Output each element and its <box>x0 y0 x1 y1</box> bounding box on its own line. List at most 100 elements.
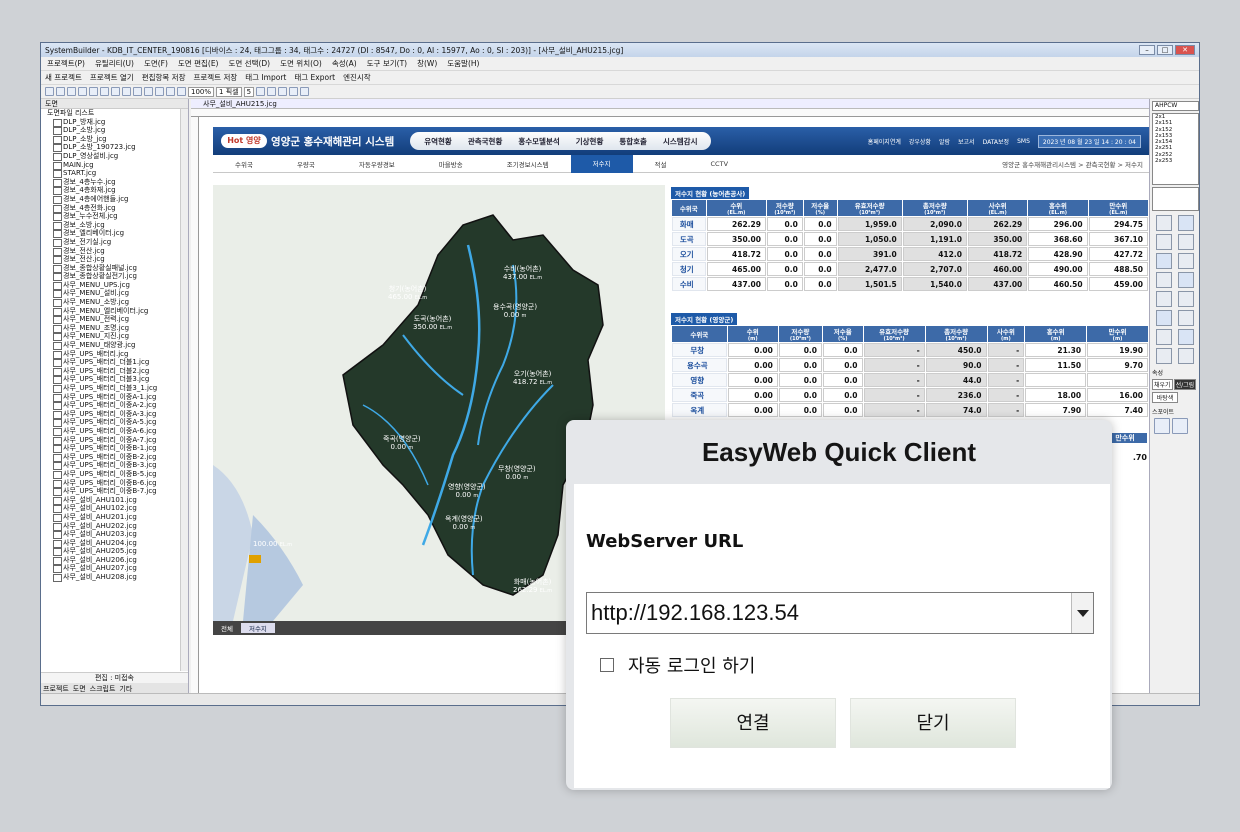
tree-item-file[interactable]: 경보_전산.jcg <box>41 247 180 256</box>
tree-item-file[interactable]: DLP_방재.jcg <box>41 118 180 127</box>
align-tool-icon[interactable] <box>1178 310 1194 326</box>
align-icon[interactable] <box>278 87 288 96</box>
align-tool-icon[interactable] <box>1178 348 1194 364</box>
subnav-tab[interactable]: 저수지 <box>570 154 633 173</box>
menu-item[interactable]: 유틸리티(U) <box>95 58 134 69</box>
subnav-tab[interactable]: 수위국 <box>213 159 275 169</box>
line-icon[interactable] <box>111 87 120 96</box>
map-station-label[interactable]: 무창(영양군) 0.00 m <box>498 465 536 482</box>
subnav-tab[interactable]: CCTV <box>689 160 751 168</box>
menu-item[interactable]: 도면 위치(O) <box>280 58 322 69</box>
object-select[interactable]: AHPCW <box>1152 101 1199 111</box>
top-icon-link[interactable]: 알람 <box>939 137 950 146</box>
top-icon-link[interactable]: 보고서 <box>958 137 975 146</box>
tree-item-file[interactable]: START.jcg <box>41 169 180 178</box>
text-icon[interactable] <box>100 87 109 96</box>
map-station-label[interactable]: 100.00 EL.m <box>253 540 292 549</box>
map-station-label[interactable]: 화매(농어촌) 262.29 EL.m <box>513 578 552 595</box>
tree-item-file[interactable]: 사무_MENU_전력.jcg <box>41 315 180 324</box>
subnav-tab[interactable]: 적설 <box>633 159 689 169</box>
menu-item[interactable]: 도움말(H) <box>447 58 479 69</box>
top-icon-link[interactable]: 강우상황 <box>909 137 931 146</box>
subnav-tab[interactable]: 자동우량경보 <box>337 159 417 169</box>
save-icon[interactable] <box>67 87 76 96</box>
app-menu-item[interactable]: 시스템감시 <box>663 136 698 147</box>
map-station-label[interactable]: 도곡(농어촌) 350.00 EL.m <box>413 315 452 332</box>
tree-item-file[interactable]: 사무_UPS_배터리_이중A-7.jcg <box>41 436 180 445</box>
tree-item-file[interactable]: 사무_설비_AHU208.jcg <box>41 573 180 582</box>
subnav-tab[interactable]: 마을방송 <box>417 159 485 169</box>
toolbar-button[interactable]: 엔진시작 <box>343 72 371 83</box>
bold-icon[interactable] <box>256 87 266 96</box>
tree-item-file[interactable]: DLP_영상설비.jcg <box>41 152 180 161</box>
align-tool-icon[interactable] <box>1178 253 1194 269</box>
align-tool-icon[interactable] <box>1178 234 1194 250</box>
toolbar-button[interactable]: 태그 Import <box>245 72 286 83</box>
align-tool-icon[interactable] <box>1156 272 1172 288</box>
align-tool-icon[interactable] <box>1178 329 1194 345</box>
tree-item-file[interactable]: 사무_UPS_배터리_더블3.jcg <box>41 375 180 384</box>
zoom-select[interactable]: 100% <box>188 86 215 97</box>
tree-item-file[interactable]: 사무_UPS_배터리_이중B-1.jcg <box>41 444 180 453</box>
tree-item-file[interactable]: DLP_소방_190723.jcg <box>41 143 180 152</box>
map-station-label[interactable]: 수비(농어촌) 437.00 EL.m <box>503 265 542 282</box>
map-station-label[interactable]: 옥계(영양군) 0.00 m <box>445 515 483 532</box>
tree-item-file[interactable]: 사무_MENU_소방.jcg <box>41 298 180 307</box>
top-icon-link[interactable]: SMS <box>1017 138 1030 145</box>
arc-icon[interactable] <box>155 87 164 96</box>
align-tool-icon[interactable] <box>1156 348 1172 364</box>
tree-item-file[interactable]: 사무_설비_AHU201.jcg <box>41 513 180 522</box>
top-icon-link[interactable]: DATA보정 <box>983 137 1010 146</box>
url-combobox[interactable]: http://192.168.123.54 <box>586 592 1094 634</box>
align-tool-icon[interactable] <box>1156 215 1172 231</box>
tree-item-file[interactable]: 사무_설비_AHU207.jcg <box>41 564 180 574</box>
map-station-label[interactable]: 죽곡(영양군) 0.00 m <box>383 435 421 452</box>
minimize-button[interactable]: – <box>1139 45 1155 55</box>
tree-item-file[interactable]: 사무_설비_AHU204.jcg <box>41 539 180 548</box>
menu-item[interactable]: 프로젝트(P) <box>47 58 85 69</box>
tree-item-file[interactable]: 경보_종합상황실전기.jcg <box>41 272 180 281</box>
tree-item-file[interactable]: 사무_UPS_배터리_이중B-5.jcg <box>41 470 180 479</box>
tree-item-file[interactable]: 사무_UPS_배터리_이중B-6.jcg <box>41 479 180 488</box>
checkbox-box[interactable] <box>600 658 614 672</box>
object-list-item[interactable]: 2x253 <box>1155 158 1198 164</box>
map-tab[interactable]: 저수지 <box>240 623 275 633</box>
tree-item-file[interactable]: 경보_엘리베이터.jcg <box>41 229 180 238</box>
tree-item-file[interactable]: 경보_전산.jcg <box>41 255 180 264</box>
fill-button[interactable]: 채우기 <box>1152 379 1173 390</box>
line-width-select[interactable]: 1 픽셀 <box>216 86 242 97</box>
snap-icon[interactable] <box>300 87 310 96</box>
tree-item-file[interactable]: 사무_설비_AHU202.jcg <box>41 522 180 531</box>
align-tool-icon[interactable] <box>1156 234 1172 250</box>
tree-item-file[interactable]: 사무_UPS_배터리.jcg <box>41 350 180 359</box>
tree-item-file[interactable]: 경보_전기실.jcg <box>41 238 180 247</box>
menu-item[interactable]: 도면 선택(D) <box>228 58 270 69</box>
align-tool-icon[interactable] <box>1156 329 1172 345</box>
tree-item-file[interactable]: 경보_4층에어핸들.jcg <box>41 195 180 204</box>
map-tab[interactable]: 전체 <box>213 623 241 633</box>
tree-item-file[interactable]: 사무_UPS_배터리_이중A-1.jcg <box>41 393 180 402</box>
tree-item-file[interactable]: 사무_MENU_설비.jcg <box>41 289 180 299</box>
menu-item[interactable]: 도구 보기(T) <box>367 58 407 69</box>
connect-button[interactable]: 연결 <box>670 698 836 748</box>
pointer-icon[interactable] <box>89 87 98 96</box>
toolbar-button[interactable]: 프로젝트 저장 <box>193 72 237 83</box>
top-icon-link[interactable]: 홈페이지연계 <box>868 137 901 146</box>
align-tool-icon[interactable] <box>1178 291 1194 307</box>
align-tool-icon[interactable] <box>1156 291 1172 307</box>
align-tool-icon[interactable] <box>1178 215 1194 231</box>
tree-item-file[interactable]: 사무_MENU_태양광.jcg <box>41 341 180 350</box>
subnav-tab[interactable]: 우량국 <box>275 159 337 169</box>
tree-item-file[interactable]: 사무_MENU_엘리베이터.jcg <box>41 307 180 316</box>
tree-item-file[interactable]: 경보_4층전화.jcg <box>41 204 180 213</box>
ellipse-icon[interactable] <box>133 87 142 96</box>
align-tool-icon[interactable] <box>1178 272 1194 288</box>
tree-item-file[interactable]: 사무_설비_AHU203.jcg <box>41 530 180 539</box>
tree-item-file[interactable]: 사무_설비_AHU205.jcg <box>41 547 180 556</box>
map-station-label[interactable]: 용수곡(영양군) 0.00 m <box>493 303 537 320</box>
chart-icon[interactable] <box>177 87 186 96</box>
app-menu-item[interactable]: 홍수모델분석 <box>518 136 559 147</box>
tree-item-file[interactable]: 사무_설비_AHU102.jcg <box>41 504 180 513</box>
close-button[interactable]: ✕ <box>1175 45 1195 55</box>
print-icon[interactable] <box>78 87 87 96</box>
